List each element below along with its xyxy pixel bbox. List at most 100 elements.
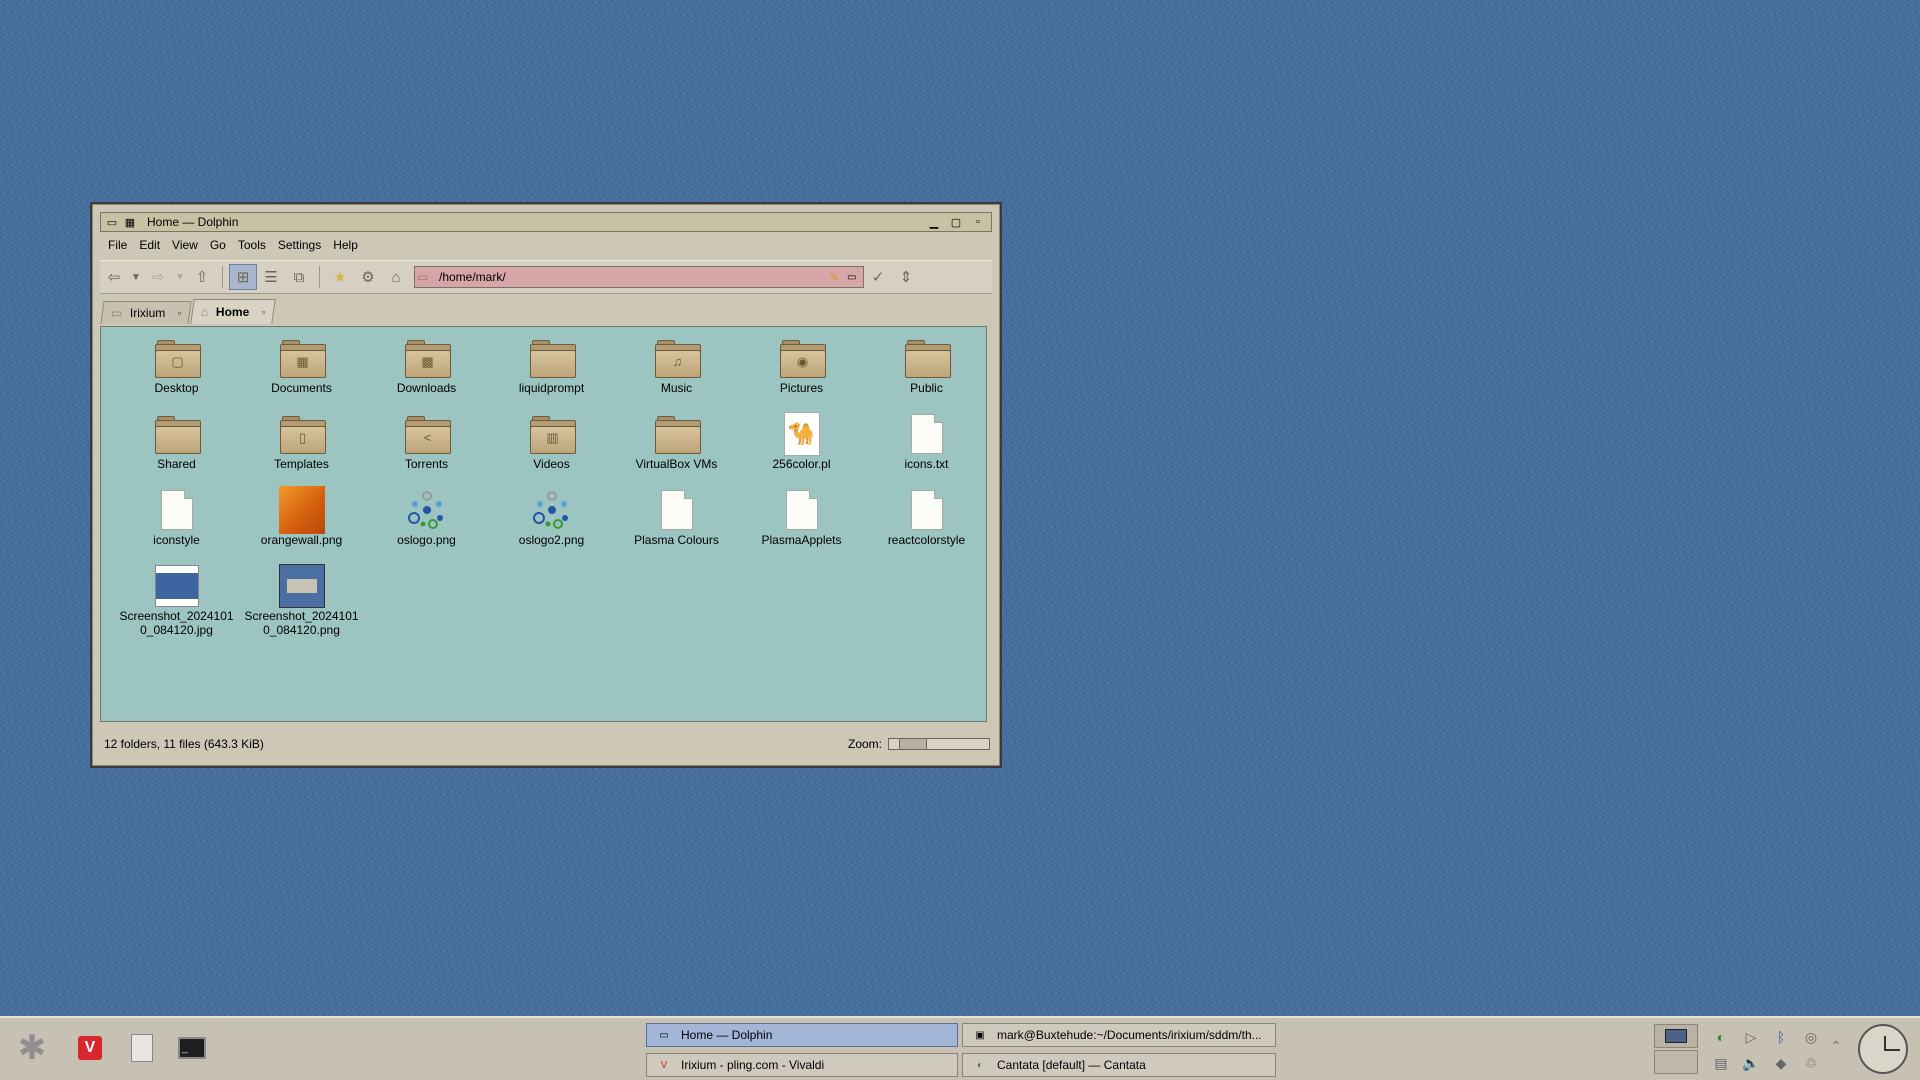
updates-icon[interactable]: ♲: [1805, 1055, 1818, 1072]
tab-home[interactable]: ⌂ Home ▫: [190, 299, 276, 324]
volume-icon[interactable]: 🔈: [1742, 1055, 1759, 1072]
file-item[interactable]: oslogo.png: [364, 489, 489, 565]
file-item[interactable]: 🐪 256color.pl: [739, 412, 864, 489]
tab-irixium[interactable]: ▭ Irixium ▫: [100, 301, 192, 324]
file-item[interactable]: reactcolorstyle: [864, 489, 989, 565]
menu-edit[interactable]: Edit: [133, 238, 166, 252]
clear-location-icon[interactable]: ✎: [829, 270, 847, 284]
file-name: liquidprompt: [518, 381, 585, 395]
application-menu-icon[interactable]: ✱: [10, 1026, 54, 1070]
dolphin-window: ▭ ▦ Home — Dolphin ▁ ▢ ▫ File Edit View …: [90, 202, 1002, 768]
terminal-icon: ▣: [975, 1029, 985, 1041]
window-title: Home — Dolphin: [147, 215, 239, 229]
task-terminal[interactable]: ▣ mark@Buxtehude:~/Documents/irixium/sdd…: [962, 1023, 1276, 1047]
tab-label: Home: [216, 305, 250, 319]
menu-settings[interactable]: Settings: [272, 238, 327, 252]
minimize-button[interactable]: ▁: [925, 215, 943, 229]
file-item[interactable]: PlasmaApplets: [739, 489, 864, 565]
tab-close-icon[interactable]: ▫: [261, 307, 264, 317]
terminal-launcher[interactable]: _: [170, 1026, 214, 1070]
file-item[interactable]: ▯ Templates: [239, 413, 364, 489]
file-item[interactable]: < Torrents: [364, 413, 489, 489]
analog-clock[interactable]: [1858, 1024, 1908, 1074]
logo-thumbnail: [404, 489, 450, 531]
tab-close-icon[interactable]: ▫: [178, 308, 181, 318]
cantata-tray-icon[interactable]: ◐: [1717, 1029, 1725, 1045]
task-cantata[interactable]: ◐ Cantata [default] — Cantata: [962, 1053, 1276, 1077]
file-item[interactable]: liquidprompt: [489, 337, 614, 413]
file-manager-launcher[interactable]: [120, 1026, 164, 1070]
bluetooth-icon[interactable]: ᛒ: [1777, 1029, 1785, 1045]
menu-help[interactable]: Help: [327, 238, 364, 252]
split-view-button[interactable]: ⧉: [285, 264, 313, 290]
details-view-button[interactable]: ☰: [257, 264, 285, 290]
menu-file[interactable]: File: [102, 238, 133, 252]
forward-dropdown-icon[interactable]: ▼: [172, 264, 188, 290]
forward-button[interactable]: ⇨: [144, 264, 172, 290]
location-bar[interactable]: ▭ /home/mark/ ✎ ▭: [414, 266, 864, 288]
disk-icon[interactable]: ◎: [1805, 1029, 1817, 1046]
file-item[interactable]: Screenshot_20241010_084120.png: [239, 564, 364, 641]
zoom-slider[interactable]: [888, 738, 990, 750]
menu-view[interactable]: View: [166, 238, 204, 252]
file-item[interactable]: oslogo2.png: [489, 489, 614, 565]
folder-icon: ▩: [404, 337, 451, 379]
up-button[interactable]: ⇧: [188, 264, 216, 290]
confirm-checkmark-icon[interactable]: ✓: [864, 264, 892, 290]
file-item[interactable]: Screenshot_20241010_084120.jpg: [114, 565, 239, 641]
desktop-1[interactable]: [1654, 1024, 1698, 1048]
screenshot-thumbnail: [278, 564, 325, 608]
play-icon[interactable]: ▷: [1746, 1029, 1757, 1046]
folder-icon: [154, 413, 201, 455]
zoom-slider-handle[interactable]: [899, 739, 927, 749]
desktop-2[interactable]: [1654, 1050, 1698, 1074]
close-button[interactable]: ▫: [969, 215, 987, 229]
toolbar-extension-icon[interactable]: ⇕: [892, 264, 920, 290]
file-item[interactable]: Shared: [114, 413, 239, 489]
file-name: Pictures: [779, 381, 824, 395]
settings-gear-icon[interactable]: ⚙: [354, 264, 382, 290]
clock-minute-hand: [1884, 1049, 1900, 1051]
home-button[interactable]: ⌂: [382, 264, 410, 290]
task-dolphin[interactable]: ▭ Home — Dolphin: [646, 1023, 958, 1047]
folder-icon: ▯: [279, 413, 326, 455]
file-item[interactable]: orangewall.png: [239, 486, 364, 565]
file-item[interactable]: ♫ Music: [614, 337, 739, 413]
tray-expand-icon[interactable]: ⌃: [1830, 1038, 1842, 1055]
menu-go[interactable]: Go: [204, 238, 232, 252]
task-vivaldi[interactable]: V Irixium - pling.com - Vivaldi: [646, 1053, 958, 1077]
grid-icon[interactable]: ▦: [123, 216, 137, 229]
terminal-icon: _: [178, 1037, 206, 1059]
location-dropdown-icon[interactable]: ▭: [847, 272, 863, 283]
back-button[interactable]: ⇦: [100, 264, 128, 290]
virtual-desktop-pager[interactable]: [1654, 1024, 1698, 1074]
file-item[interactable]: VirtualBox VMs: [614, 413, 739, 489]
clipboard-icon[interactable]: ▤: [1714, 1055, 1727, 1072]
file-item[interactable]: iconstyle: [114, 489, 239, 565]
icons-view-button[interactable]: ⊞: [229, 264, 257, 290]
file-item[interactable]: Plasma Colours: [614, 489, 739, 565]
new-folder-button[interactable]: ★: [326, 264, 354, 290]
location-path[interactable]: /home/mark/: [439, 270, 829, 284]
file-item[interactable]: ▦ Documents: [239, 337, 364, 413]
vivaldi-launcher[interactable]: V: [68, 1026, 112, 1070]
logo-thumbnail: [529, 489, 575, 531]
maximize-button[interactable]: ▢: [947, 215, 965, 229]
file-item[interactable]: Public: [864, 337, 989, 413]
menu-tools[interactable]: Tools: [232, 238, 272, 252]
window-menu-icon[interactable]: ▭: [105, 216, 119, 229]
window-titlebar[interactable]: ▭ ▦ Home — Dolphin ▁ ▢ ▫: [100, 212, 992, 232]
file-item[interactable]: ◉ Pictures: [739, 337, 864, 413]
file-item[interactable]: ▥ Videos: [489, 413, 614, 489]
tab-bar: ▭ Irixium ▫ ⌂ Home ▫: [100, 299, 276, 324]
file-item[interactable]: ▢ Desktop: [114, 337, 239, 413]
back-dropdown-icon[interactable]: ▼: [128, 264, 144, 290]
file-view[interactable]: ▢ Desktop ▦ Documents ▩ Downloads liquidprompt…: [100, 326, 987, 722]
network-icon[interactable]: ◆: [1776, 1055, 1787, 1072]
status-text: 12 folders, 11 files (643.3 KiB): [104, 737, 264, 751]
toolbar-separator: [222, 266, 223, 288]
task-label: mark@Buxtehude:~/Documents/irixium/sddm/…: [997, 1028, 1262, 1042]
file-item[interactable]: ▩ Downloads: [364, 337, 489, 413]
file-item[interactable]: icons.txt: [864, 413, 989, 489]
dolphin-icon: ▭: [659, 1029, 669, 1041]
